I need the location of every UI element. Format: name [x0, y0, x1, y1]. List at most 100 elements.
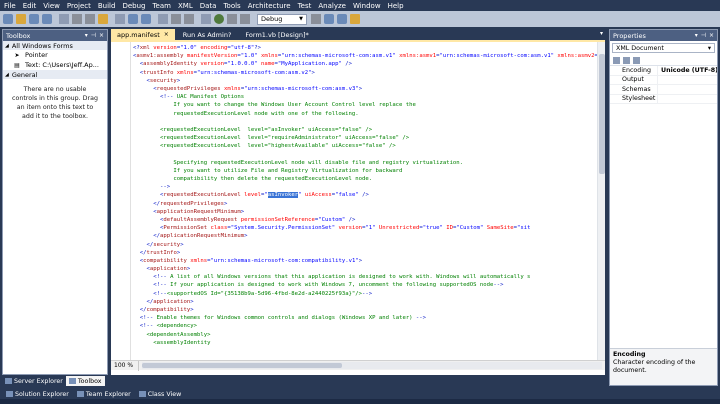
tab-app-manifest[interactable]: app.manifest × — [111, 29, 175, 40]
code-line[interactable]: </compatibility> — [133, 306, 601, 314]
code-line[interactable]: <assemblyIdentity version="1.0.0.0" name… — [133, 60, 601, 68]
dropdown-icon[interactable]: ▾ — [85, 32, 88, 39]
code-line[interactable]: <!-- Enable themes for Windows common co… — [133, 314, 601, 322]
property-row[interactable]: Schemas — [610, 85, 717, 95]
code-line[interactable]: <requestedExecutionLevel level="requireA… — [133, 134, 601, 142]
start-debugging-icon[interactable] — [214, 14, 224, 24]
chevron-down-icon[interactable]: ▾ — [600, 30, 603, 37]
code-line[interactable]: </application> — [133, 298, 601, 306]
save-icon[interactable] — [29, 14, 39, 24]
scrollbar-thumb[interactable] — [599, 54, 605, 174]
code-line[interactable]: <applicationRequestMinimum> — [133, 208, 601, 216]
code-line[interactable]: <dependentAssembly> — [133, 331, 601, 339]
code-line[interactable]: <PermissionSet class="System.Security.Pe… — [133, 224, 601, 232]
code-line[interactable]: <security> — [133, 77, 601, 85]
property-value[interactable]: Unicode (UTF-8) — [658, 66, 717, 75]
undo-icon[interactable] — [128, 14, 138, 24]
menu-xml[interactable]: XML — [178, 2, 193, 10]
code-editor[interactable]: <?xml version="1.0" encoding="utf-8"?> <a… — [111, 40, 605, 375]
pin-icon[interactable]: ⊣ — [701, 32, 706, 39]
menu-analyze[interactable]: Analyze — [318, 2, 346, 10]
menu-debug[interactable]: Debug — [122, 2, 145, 10]
categorized-icon[interactable] — [613, 56, 620, 64]
close-icon[interactable]: × — [99, 32, 104, 39]
tab-solution-explorer[interactable]: Solution Explorer — [2, 389, 73, 399]
code-line[interactable]: <!-- UAC Manifest Options — [133, 93, 601, 101]
menu-tools[interactable]: Tools — [223, 2, 240, 10]
menu-help[interactable]: Help — [388, 2, 404, 10]
alphabetical-icon[interactable] — [623, 56, 630, 64]
code-line[interactable]: <requestedPrivileges xmlns="urn:schemas-… — [133, 85, 601, 93]
toolbox-group-all-windows-forms[interactable]: ◢ All Windows Forms — [3, 41, 107, 50]
code-line[interactable]: If you want to utilize File and Registry… — [133, 167, 601, 175]
dropdown-icon[interactable]: ▾ — [695, 32, 698, 39]
code-line[interactable]: If you want to change the Windows User A… — [133, 101, 601, 109]
code-line[interactable]: <!-- <dependency> — [133, 322, 601, 330]
cut-icon[interactable] — [72, 14, 82, 24]
code-area[interactable]: <?xml version="1.0" encoding="utf-8"?> <a… — [133, 44, 601, 360]
code-line[interactable] — [133, 118, 601, 126]
code-line[interactable]: <!-- A list of all Windows versions that… — [133, 273, 601, 281]
code-line[interactable]: </requestedPrivileges> — [133, 200, 601, 208]
navigate-forward-icon[interactable] — [184, 14, 194, 24]
code-line[interactable]: <assemblyIdentity — [133, 339, 601, 347]
code-line[interactable] — [133, 150, 601, 158]
toolbox-item-text[interactable]: ▤ Text: C:\Users\Jeff.Ap... — [3, 60, 107, 70]
code-line[interactable]: <requestedExecutionLevel level="highestA… — [133, 142, 601, 150]
code-line[interactable]: <requestedExecutionLevel level="asInvoke… — [133, 126, 601, 134]
toolbox-group-general[interactable]: ◢ General — [3, 70, 107, 79]
close-icon[interactable]: × — [709, 32, 714, 39]
stop-icon[interactable] — [240, 14, 250, 24]
solution-explorer-icon[interactable] — [324, 14, 334, 24]
find-icon[interactable] — [311, 14, 321, 24]
menu-data[interactable]: Data — [200, 2, 217, 10]
code-line[interactable]: compatibility then delete the requestedE… — [133, 175, 601, 183]
tab-class-view[interactable]: Class View — [135, 389, 186, 399]
menu-project[interactable]: Project — [67, 2, 91, 10]
code-line[interactable]: </applicationRequestMinimum> — [133, 232, 601, 240]
menu-build[interactable]: Build — [98, 2, 116, 10]
code-line[interactable]: <compatibility xmlns="urn:schemas-micros… — [133, 257, 601, 265]
menu-edit[interactable]: Edit — [23, 2, 37, 10]
code-line[interactable]: Specifying requestedExecutionLevel node … — [133, 159, 601, 167]
tab-server-explorer[interactable]: Server Explorer — [2, 376, 66, 386]
menu-window[interactable]: Window — [353, 2, 381, 10]
tab-team-explorer[interactable]: Team Explorer — [73, 389, 135, 399]
redo-icon[interactable] — [141, 14, 151, 24]
tab-form1-design[interactable]: Form1.vb [Design]* — [239, 30, 314, 40]
solution-configuration-select[interactable]: Debug ▼ — [257, 13, 307, 25]
property-value[interactable] — [658, 95, 717, 104]
code-line[interactable]: requestedExecutionLevel node with one of… — [133, 110, 601, 118]
menu-view[interactable]: View — [43, 2, 60, 10]
property-value[interactable] — [658, 76, 717, 85]
open-folder-icon[interactable] — [16, 14, 26, 24]
close-icon[interactable]: × — [164, 31, 169, 38]
property-row[interactable]: Encoding Unicode (UTF-8) — [610, 66, 717, 76]
vertical-scrollbar[interactable] — [597, 42, 605, 360]
menu-test[interactable]: Test — [298, 2, 312, 10]
menu-architecture[interactable]: Architecture — [248, 2, 291, 10]
zoom-level[interactable]: 100 % — [111, 360, 139, 371]
code-line[interactable]: <?xml version="1.0" encoding="utf-8"?> — [133, 44, 601, 52]
code-line[interactable]: <application> — [133, 265, 601, 273]
code-line[interactable]: <requestedExecutionLevel level="asInvoke… — [133, 191, 601, 199]
toolbox-icon[interactable] — [350, 14, 360, 24]
code-line[interactable]: </security> — [133, 241, 601, 249]
property-value[interactable] — [658, 85, 717, 94]
tab-run-as-admin[interactable]: Run As Admin? — [177, 30, 238, 40]
property-row[interactable]: Stylesheet — [610, 94, 717, 104]
toolbox-item-pointer[interactable]: ➤ Pointer — [3, 50, 107, 60]
navigate-back-icon[interactable] — [171, 14, 181, 24]
tab-toolbox[interactable]: Toolbox — [65, 376, 105, 386]
new-project-icon[interactable] — [3, 14, 13, 24]
paste-icon[interactable] — [98, 14, 108, 24]
save-all-icon[interactable] — [42, 14, 52, 24]
property-row[interactable]: Output — [610, 75, 717, 85]
copy-icon[interactable] — [85, 14, 95, 24]
pin-icon[interactable]: ⊣ — [91, 32, 96, 39]
property-pages-icon[interactable] — [633, 56, 640, 64]
properties-object-select[interactable]: XML Document ▾ — [612, 43, 715, 53]
code-line[interactable]: --> — [133, 183, 601, 191]
menu-team[interactable]: Team — [152, 2, 171, 10]
horizontal-scrollbar[interactable] — [142, 362, 602, 369]
